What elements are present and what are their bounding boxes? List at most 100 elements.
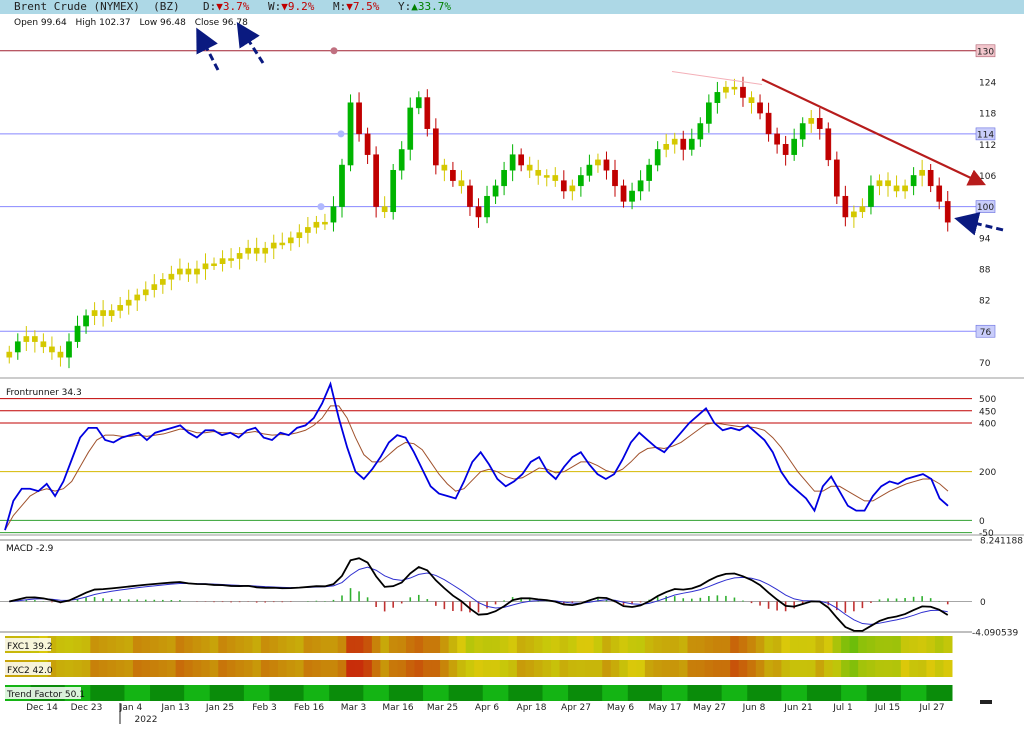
heat-cell bbox=[764, 660, 774, 677]
heatmap-panel: FXC1 39.2 FXC2 42.0 Trend Factor 50.1 bbox=[5, 636, 953, 701]
heat-cell bbox=[789, 636, 799, 653]
trend-cell bbox=[150, 685, 160, 701]
heat-cell bbox=[525, 636, 535, 653]
heat-cell bbox=[704, 636, 714, 653]
heat-cell bbox=[661, 660, 671, 677]
x-tick-label: May 17 bbox=[649, 703, 682, 713]
heat-cell bbox=[551, 660, 561, 677]
candle-body bbox=[381, 206, 388, 213]
heat-cell bbox=[516, 660, 526, 677]
scroll-indicator bbox=[980, 700, 992, 704]
heat-cell bbox=[431, 660, 441, 677]
heat-cell bbox=[602, 636, 612, 653]
heat-cell bbox=[354, 636, 364, 653]
heat-cell bbox=[721, 660, 731, 677]
heat-cell bbox=[678, 636, 689, 653]
candle-body bbox=[228, 258, 234, 261]
heat-cell bbox=[806, 636, 816, 653]
candle-body bbox=[100, 310, 106, 316]
heat-cell bbox=[704, 660, 714, 677]
level-anchor bbox=[317, 203, 325, 211]
candle-body bbox=[364, 133, 371, 155]
y-tick-label: 450 bbox=[979, 407, 996, 417]
heat-cell bbox=[218, 660, 228, 677]
trend-cell bbox=[405, 685, 416, 701]
trend-cell bbox=[499, 685, 509, 701]
heat-cell bbox=[226, 636, 236, 653]
heat-cell bbox=[423, 636, 433, 653]
trend-cell bbox=[576, 685, 586, 701]
year-label: 2022 bbox=[135, 715, 158, 725]
candle-body bbox=[373, 154, 379, 207]
heat-cell bbox=[806, 660, 816, 677]
heat-cell bbox=[841, 660, 851, 677]
y-tick-label: 500 bbox=[979, 395, 996, 405]
candle-body bbox=[509, 154, 516, 171]
candle-body bbox=[714, 92, 721, 103]
heat-cell bbox=[781, 660, 791, 677]
heat-cell bbox=[559, 660, 569, 677]
heat-cell bbox=[687, 636, 697, 653]
y-tick-label: 82 bbox=[979, 297, 990, 307]
trend-cell bbox=[482, 685, 492, 701]
candle-body bbox=[475, 206, 482, 218]
brent-chart[interactable]: 130 114 100 76 70 82 88 94 106 112 118 124 Frontrun… bbox=[0, 0, 1024, 735]
candle-body bbox=[646, 164, 652, 181]
heat-cell bbox=[235, 660, 245, 677]
heat-cell bbox=[141, 636, 151, 653]
trend-cell bbox=[388, 685, 398, 701]
candle-body bbox=[236, 253, 243, 259]
level-label: 76 bbox=[980, 328, 992, 338]
heat-cell bbox=[150, 660, 160, 677]
candle-body bbox=[876, 180, 883, 187]
heat-cell bbox=[303, 636, 313, 653]
x-tick-label: May 6 bbox=[607, 703, 634, 713]
heat-cell bbox=[124, 660, 134, 677]
heat-cell bbox=[875, 660, 885, 677]
candle-body bbox=[501, 169, 507, 187]
heat-cell bbox=[644, 636, 654, 653]
trend-cell bbox=[755, 685, 765, 701]
heat-cell bbox=[405, 636, 416, 653]
trend-cell bbox=[661, 685, 671, 701]
heat-cell bbox=[64, 660, 74, 677]
change-arrow bbox=[236, 21, 265, 64]
level-label: 100 bbox=[977, 203, 994, 213]
candle-body bbox=[57, 351, 64, 358]
candle-body bbox=[944, 201, 951, 223]
trend-cell bbox=[516, 685, 526, 701]
frontrunner-line bbox=[4, 381, 949, 531]
trend-cell bbox=[772, 685, 782, 701]
heat-cell bbox=[926, 636, 936, 653]
heat-cell bbox=[841, 636, 851, 653]
x-tick-label: Apr 18 bbox=[517, 703, 547, 713]
heat-cell bbox=[917, 636, 927, 653]
heat-cell bbox=[209, 660, 219, 677]
heat-cell bbox=[269, 636, 279, 653]
candle-body bbox=[697, 123, 704, 140]
candle-body bbox=[927, 169, 934, 187]
heat-cell bbox=[636, 636, 646, 653]
trend-cell bbox=[551, 685, 561, 701]
heat-cell bbox=[448, 636, 458, 653]
trend-cell bbox=[585, 685, 595, 701]
heat-cell bbox=[858, 636, 868, 653]
y-tick-label: 0 bbox=[980, 598, 986, 608]
candle-body bbox=[518, 154, 525, 166]
heat-cell bbox=[755, 660, 765, 677]
trend-cell bbox=[457, 685, 467, 701]
candle-body bbox=[603, 159, 610, 171]
trend-cell bbox=[295, 685, 305, 701]
heat-cell bbox=[354, 660, 364, 677]
heat-cell bbox=[900, 660, 910, 677]
candle-body bbox=[450, 169, 456, 181]
heat-cell bbox=[124, 636, 134, 653]
trend-cell bbox=[235, 685, 245, 701]
heat-cell bbox=[81, 660, 91, 677]
heat-cell bbox=[465, 636, 475, 653]
y-tick-label: 200 bbox=[979, 468, 996, 478]
y-tick-label: 118 bbox=[979, 110, 996, 120]
heat-cell bbox=[81, 636, 91, 653]
ohlc-arrow bbox=[196, 27, 220, 71]
trend-cell bbox=[184, 685, 194, 701]
